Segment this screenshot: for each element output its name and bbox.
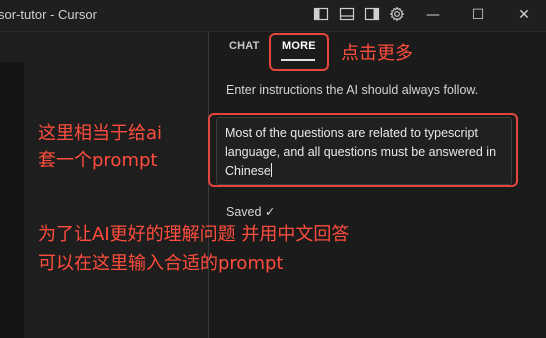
toggle-secondary-sidebar-icon[interactable] xyxy=(364,6,380,22)
toggle-primary-sidebar-icon[interactable] xyxy=(313,6,329,22)
annotation-prompt-note-line2: 套一个prompt xyxy=(38,150,158,171)
annotation-click-more: 点击更多 xyxy=(341,43,413,64)
title-bar: sor-tutor - Cursor — ☐ ✕ xyxy=(0,0,546,32)
maximize-button[interactable]: ☐ xyxy=(468,6,488,24)
annotation-highlight-textarea xyxy=(208,113,518,187)
saved-status: Saved ✓ xyxy=(226,205,276,219)
minimize-button[interactable]: — xyxy=(423,6,443,24)
tab-chat[interactable]: CHAT xyxy=(229,40,260,52)
annotation-tip-line2: 可以在这里输入合适的prompt xyxy=(38,253,284,274)
annotation-highlight-more xyxy=(269,33,329,71)
editor-area xyxy=(0,32,208,338)
editor-gutter xyxy=(0,62,24,338)
annotation-prompt-note-line1: 这里相当于给ai xyxy=(38,123,163,144)
instructions-label: Enter instructions the AI should always … xyxy=(226,83,479,97)
gear-icon[interactable] xyxy=(389,6,405,22)
window-title: sor-tutor - Cursor xyxy=(0,7,97,22)
annotation-tip-line1: 为了让AI更好的理解问题 并用中文回答 xyxy=(38,224,350,245)
close-button[interactable]: ✕ xyxy=(514,6,534,24)
toggle-panel-icon[interactable] xyxy=(339,6,355,22)
